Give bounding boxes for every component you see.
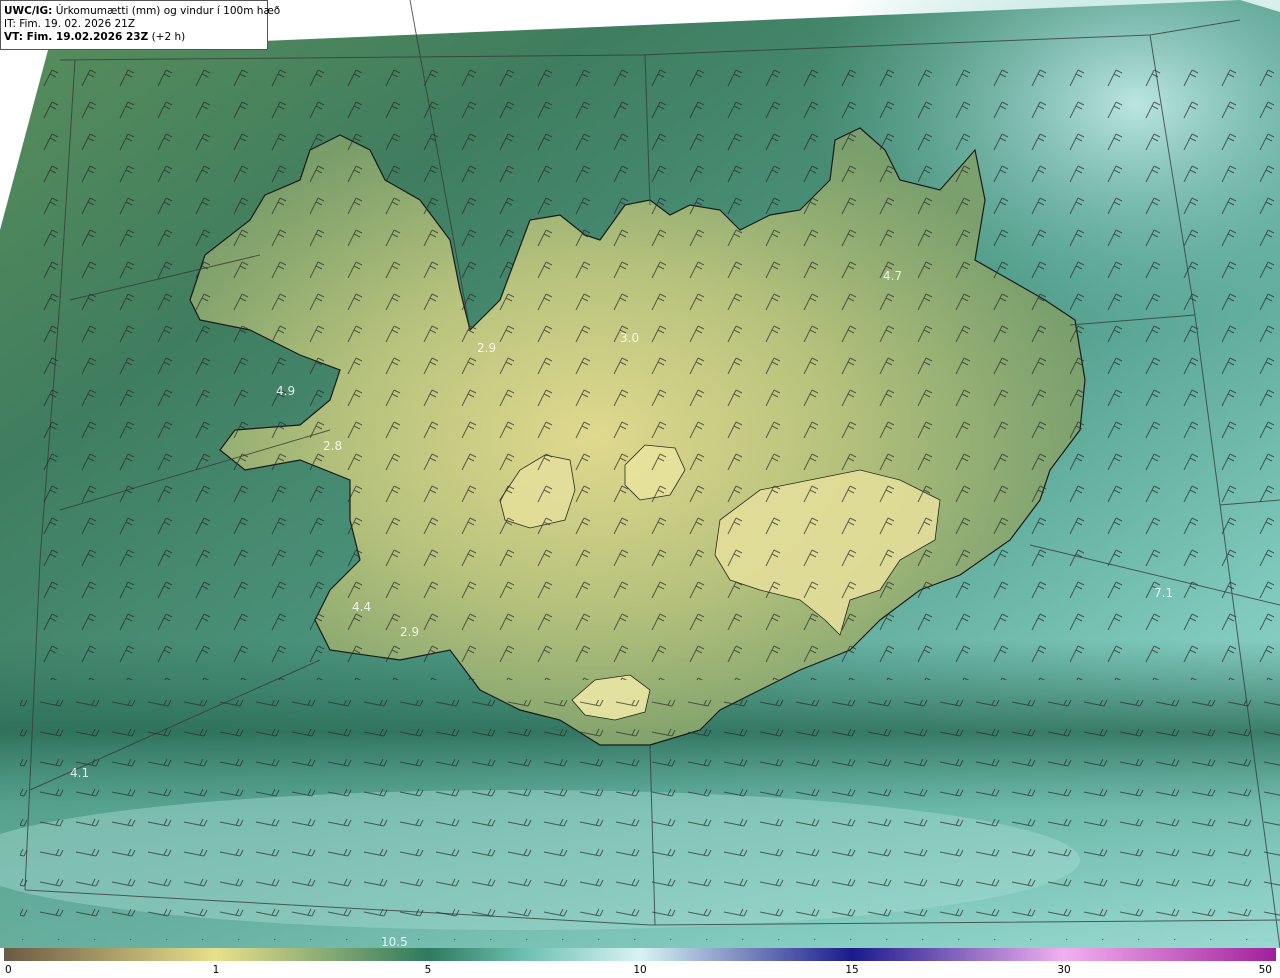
- value-label: 4.7: [883, 269, 902, 283]
- colorbar-tick-label: 0: [5, 964, 12, 976]
- colorbar-tick-label: 50: [1258, 964, 1272, 976]
- value-label: 2.9: [400, 625, 419, 639]
- precipitation-wind-map[interactable]: 4.7 2.9 3.0 4.9 2.8 4.4 2.9 7.1 4.1 10.5: [0, 0, 1280, 948]
- colorbar-tick-label: 5: [424, 964, 432, 976]
- value-label: 4.1: [70, 766, 89, 780]
- map-title: UWC/IG: Úrkomumætti (mm) og vindur í 100…: [4, 5, 281, 17]
- colorbar-gradient: [4, 948, 1276, 961]
- colorbar-tick-label: 15: [845, 964, 859, 976]
- initial-time: IT: Fim. 19. 02. 2026 21Z: [4, 18, 136, 30]
- value-label: 3.0: [620, 331, 639, 345]
- info-box: UWC/IG: Úrkomumætti (mm) og vindur í 100…: [0, 0, 281, 50]
- valid-time: VT: Fim. 19.02.2026 23Z (+2 h): [4, 31, 186, 43]
- wind-barbs-north: [20, 60, 1280, 680]
- value-label: 10.5: [381, 935, 408, 948]
- value-label: 4.4: [352, 600, 371, 614]
- value-label: 2.8: [323, 439, 342, 453]
- wind-barbs-south: [20, 700, 1280, 940]
- map-viewer: 4.7 2.9 3.0 4.9 2.8 4.4 2.9 7.1 4.1 10.5…: [0, 0, 1280, 978]
- colorbar-tick-label: 30: [1057, 964, 1071, 976]
- value-label: 2.9: [477, 341, 496, 355]
- value-label: 4.9: [276, 384, 295, 398]
- colorbar-tick-label: 10: [633, 964, 647, 976]
- value-label: 7.1: [1154, 586, 1173, 600]
- colorbar-legend: 0 1 5 10 15 30 50: [0, 948, 1280, 978]
- colorbar-tick-label: 1: [212, 964, 220, 976]
